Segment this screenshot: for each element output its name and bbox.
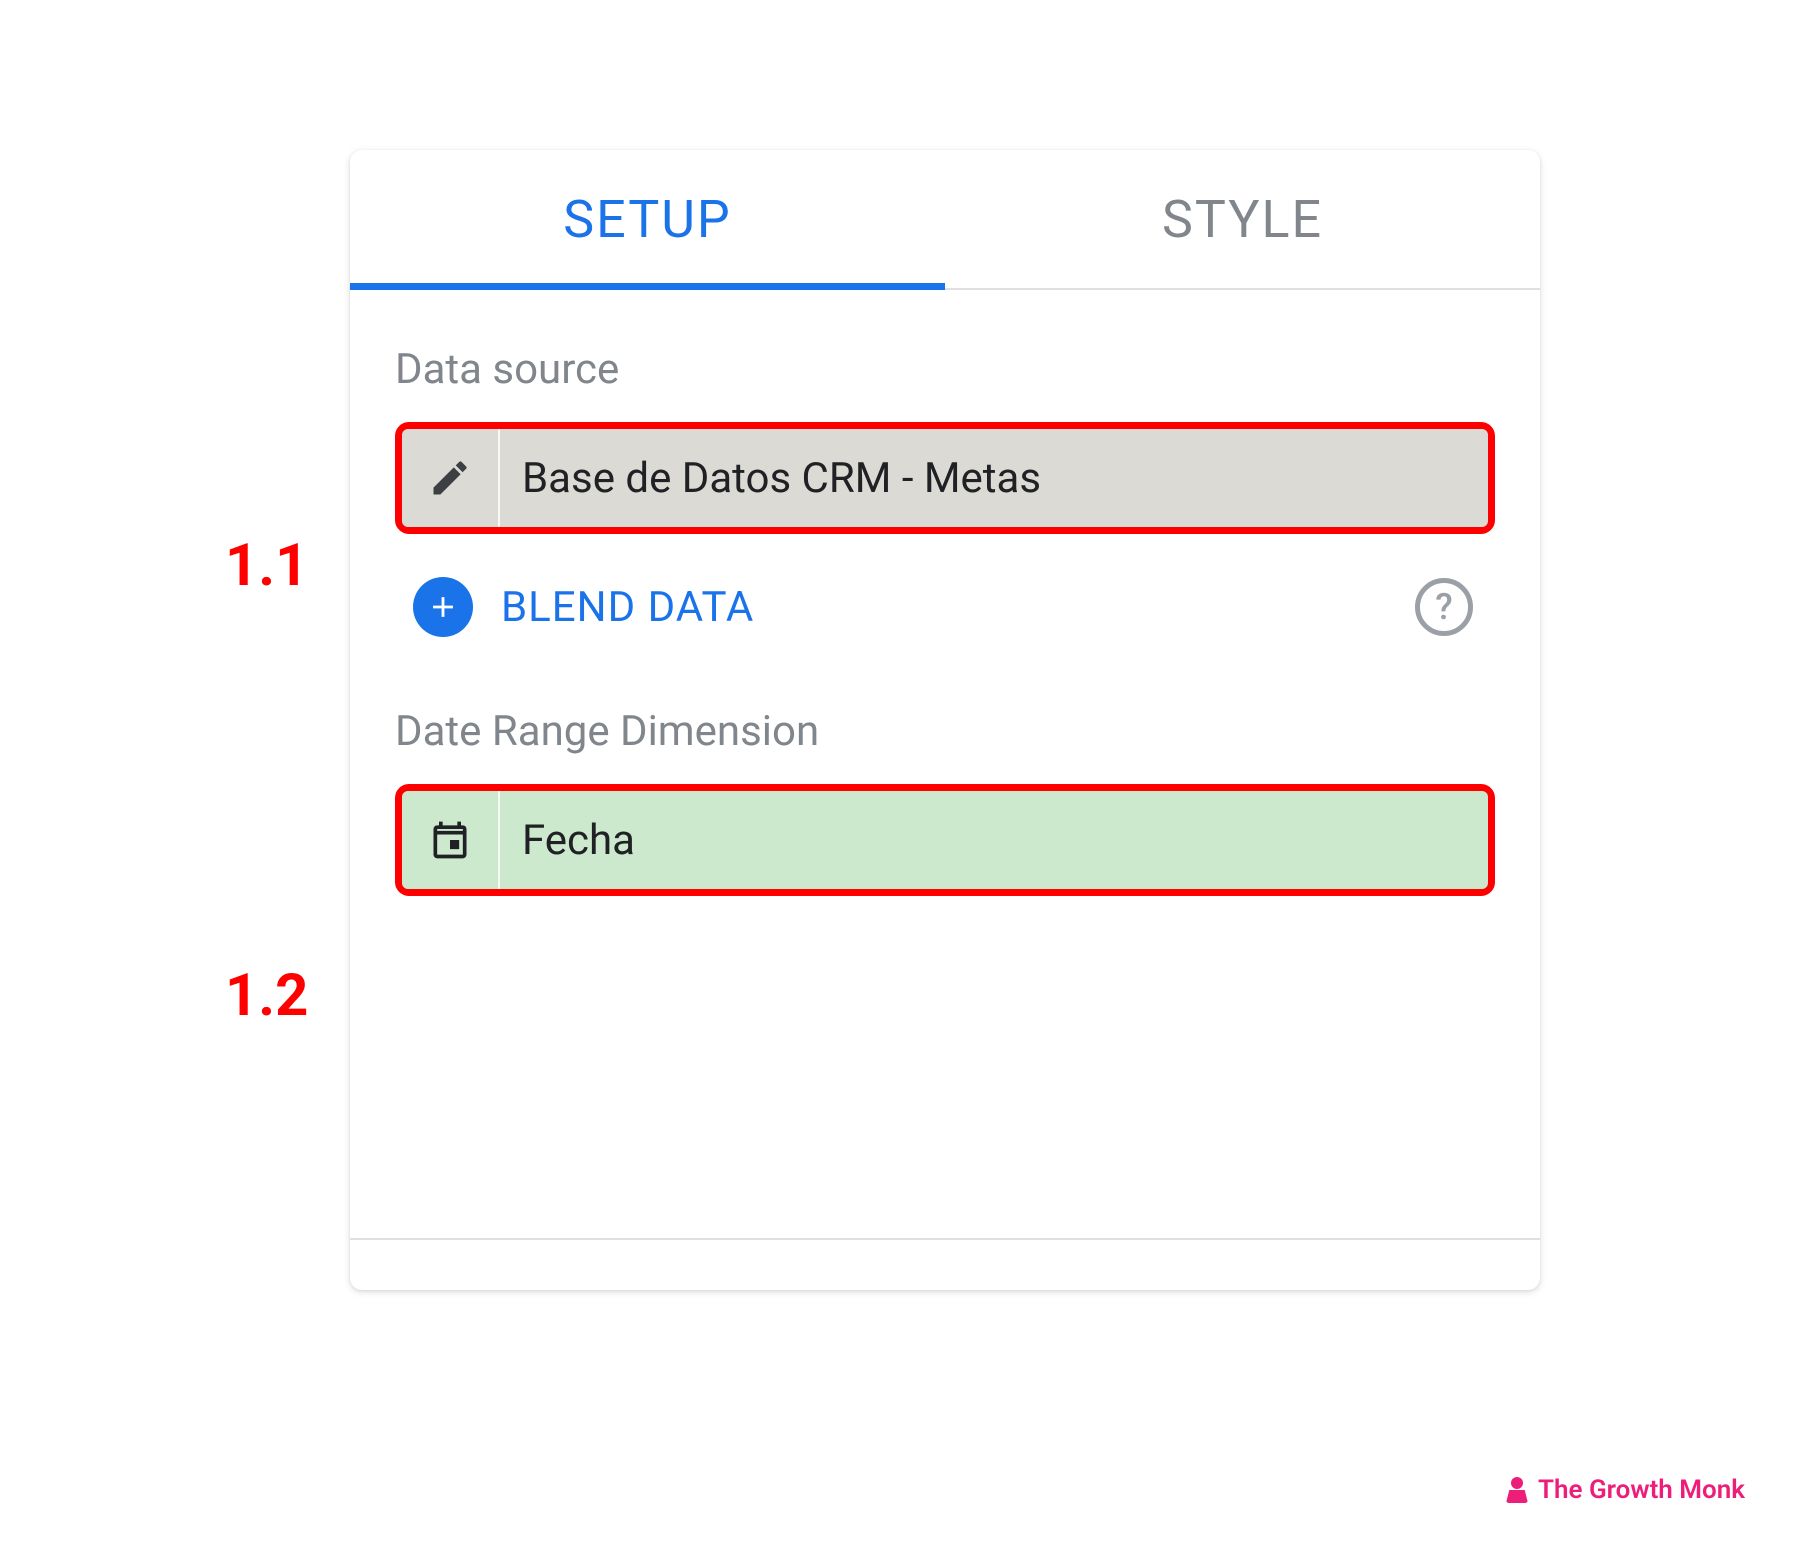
- annotation-callout-1: 1.1: [225, 532, 308, 600]
- annotation-highlight-1: Base de Datos CRM - Metas: [395, 422, 1495, 534]
- watermark: The Growth Monk: [1506, 1475, 1745, 1505]
- annotation-callout-2: 1.2: [225, 962, 308, 1030]
- setup-tab-body: Data source Base de Datos CRM - Metas BL…: [350, 290, 1540, 896]
- panel-divider: [350, 1238, 1540, 1240]
- tab-bar: SETUP STYLE: [350, 150, 1540, 290]
- date-range-chip[interactable]: Fecha: [402, 791, 1488, 889]
- plus-icon[interactable]: [413, 577, 473, 637]
- date-range-field-name: Fecha: [500, 816, 1488, 865]
- annotation-highlight-2: Fecha: [395, 784, 1495, 896]
- data-source-section-label: Data source: [395, 345, 1495, 394]
- calendar-icon: [402, 791, 500, 889]
- monk-icon: [1506, 1477, 1528, 1503]
- data-source-name: Base de Datos CRM - Metas: [500, 454, 1488, 503]
- tab-setup[interactable]: SETUP: [350, 150, 945, 288]
- properties-panel: SETUP STYLE Data source Base de Datos CR…: [350, 150, 1540, 1290]
- blend-data-row: BLEND DATA ?: [395, 562, 1495, 652]
- help-icon[interactable]: ?: [1415, 578, 1473, 636]
- blend-data-button[interactable]: BLEND DATA: [501, 583, 1415, 632]
- watermark-text: The Growth Monk: [1538, 1475, 1745, 1505]
- tab-style[interactable]: STYLE: [945, 150, 1540, 288]
- data-source-chip[interactable]: Base de Datos CRM - Metas: [402, 429, 1488, 527]
- date-range-section-label: Date Range Dimension: [395, 707, 1495, 756]
- pencil-icon[interactable]: [402, 429, 500, 527]
